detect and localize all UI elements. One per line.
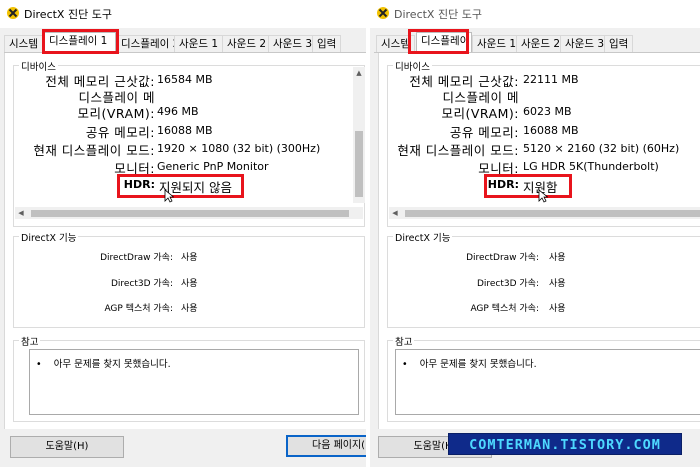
label-display-mode: 현재 디스플레이 모드: <box>397 143 519 158</box>
value-direct3d: 사용 <box>549 279 566 289</box>
device-horizontal-scrollbar[interactable]: ◀ <box>15 207 363 219</box>
tab-sound-2[interactable]: 사운드 2 <box>222 35 271 52</box>
notes-text: 아무 문제를 찾지 못했습니다. <box>419 359 537 370</box>
label-directdraw: DirectDraw 가속: <box>466 253 539 263</box>
vertical-scroll-thumb[interactable] <box>355 131 363 197</box>
window-title: DirectX 진단 도구 <box>24 8 112 21</box>
value-agp-texture: 사용 <box>181 304 198 314</box>
notes-group-label: 참고 <box>393 334 415 348</box>
value-shared-memory: 16088 MB <box>523 124 579 137</box>
label-direct3d: Direct3D 가속: <box>476 279 539 289</box>
value-total-memory: 22111 MB <box>523 73 579 86</box>
tab-system[interactable]: 시스템 <box>4 35 43 52</box>
label-agp-texture: AGP 텍스처 가속: <box>104 304 173 314</box>
tab-sound-3[interactable]: 사운드 3 <box>268 35 317 52</box>
device-vertical-scrollbar[interactable]: ▲ <box>353 67 365 203</box>
directx-group-label: DirectX 기능 <box>393 230 453 244</box>
dxdiag-app-icon <box>377 7 389 19</box>
scroll-left-arrow-icon[interactable]: ◀ <box>15 207 27 219</box>
label-agp-texture: AGP 텍스처 가속: <box>470 304 539 314</box>
mouse-cursor-icon <box>538 189 548 203</box>
label-vram-line2: 모리(VRAM): <box>441 106 519 121</box>
value-display-mode: 5120 × 2160 (32 bit) (60Hz) <box>523 142 680 155</box>
horizontal-scroll-thumb[interactable] <box>405 210 700 217</box>
label-monitor: 모니터: <box>114 161 155 176</box>
notes-item: • 아무 문제를 찾지 못했습니다. <box>402 359 537 370</box>
notes-item: • 아무 문제를 찾지 못했습니다. <box>36 359 171 370</box>
label-direct3d: Direct3D 가속: <box>110 279 173 289</box>
label-vram-line2: 모리(VRAM): <box>77 106 155 121</box>
tab-display[interactable]: 디스플레이 <box>416 32 472 52</box>
value-direct3d: 사용 <box>181 279 198 289</box>
tab-system[interactable]: 시스템 <box>376 35 415 52</box>
tab-sound-1[interactable]: 사운드 1 <box>472 35 521 52</box>
dxdiag-app-icon <box>7 7 19 19</box>
value-agp-texture: 사용 <box>549 304 566 314</box>
tab-display-1[interactable]: 디스플레이 1 <box>44 32 116 52</box>
tab-bar: 시스템 디스플레이 1 디스플레이 2 사운드 1 사운드 2 사운드 3 입력 <box>0 30 366 52</box>
tab-input[interactable]: 입력 <box>604 35 634 52</box>
dxdiag-window-left: DirectX 진단 도구 시스템 디스플레이 1 디스플레이 2 사운드 1 … <box>0 0 366 467</box>
tab-bar: 시스템 디스플레이 사운드 1 사운드 2 사운드 3 입력 <box>370 30 700 52</box>
title-bar: DirectX 진단 도구 <box>0 0 366 28</box>
value-monitor: LG HDR 5K(Thunderbolt) <box>523 160 659 173</box>
label-monitor: 모니터: <box>478 161 519 176</box>
next-page-button[interactable]: 다음 페이지(N) <box>286 435 366 457</box>
title-bar: DirectX 진단 도구 <box>370 0 700 28</box>
notes-box[interactable]: • 아무 문제를 찾지 못했습니다. <box>395 349 700 415</box>
value-monitor: Generic PnP Monitor <box>157 160 269 173</box>
tab-input[interactable]: 입력 <box>312 35 342 52</box>
tab-sound-2[interactable]: 사운드 2 <box>516 35 565 52</box>
label-shared-memory: 공유 메모리: <box>449 125 519 140</box>
watermark-text: COMTERMAN.TISTORY.COM <box>469 437 661 453</box>
tab-sound-1[interactable]: 사운드 1 <box>174 35 223 52</box>
value-vram: 496 MB <box>157 105 199 118</box>
tab-sound-3[interactable]: 사운드 3 <box>560 35 609 52</box>
directx-group-label: DirectX 기능 <box>19 230 79 244</box>
label-hdr: HDR: <box>123 178 155 191</box>
scroll-left-arrow-icon[interactable]: ◀ <box>389 207 401 219</box>
value-shared-memory: 16088 MB <box>157 124 213 137</box>
label-hdr: HDR: <box>487 178 519 191</box>
horizontal-scroll-thumb[interactable] <box>31 210 349 217</box>
label-display-mode: 현재 디스플레이 모드: <box>33 143 155 158</box>
value-directdraw: 사용 <box>181 253 198 263</box>
label-shared-memory: 공유 메모리: <box>85 125 155 140</box>
notes-group-label: 참고 <box>19 334 41 348</box>
label-directdraw: DirectDraw 가속: <box>100 253 173 263</box>
window-title: DirectX 진단 도구 <box>394 8 482 21</box>
value-vram: 6023 MB <box>523 105 572 118</box>
help-button[interactable]: 도움말(H) <box>10 436 124 458</box>
dxdiag-window-right: DirectX 진단 도구 시스템 디스플레이 사운드 1 사운드 2 사운드 … <box>370 0 700 467</box>
tab-content: 디바이스 전체 메모리 근삿값: 16584 MB 디스플레이 메 모리(VRA… <box>4 53 366 429</box>
scroll-up-arrow-icon[interactable]: ▲ <box>353 67 365 79</box>
device-horizontal-scrollbar[interactable]: ◀ <box>389 207 700 219</box>
mouse-cursor-icon <box>164 189 174 203</box>
value-total-memory: 16584 MB <box>157 73 213 86</box>
notes-box[interactable]: • 아무 문제를 찾지 못했습니다. <box>29 349 359 415</box>
value-display-mode: 1920 × 1080 (32 bit) (300Hz) <box>157 142 321 155</box>
value-directdraw: 사용 <box>549 253 566 263</box>
tab-content: 디바이스 전체 메모리 근삿값: 22111 MB 디스플레이 메 모리(VRA… <box>378 53 700 429</box>
notes-text: 아무 문제를 찾지 못했습니다. <box>53 359 171 370</box>
site-watermark: COMTERMAN.TISTORY.COM <box>448 433 682 455</box>
